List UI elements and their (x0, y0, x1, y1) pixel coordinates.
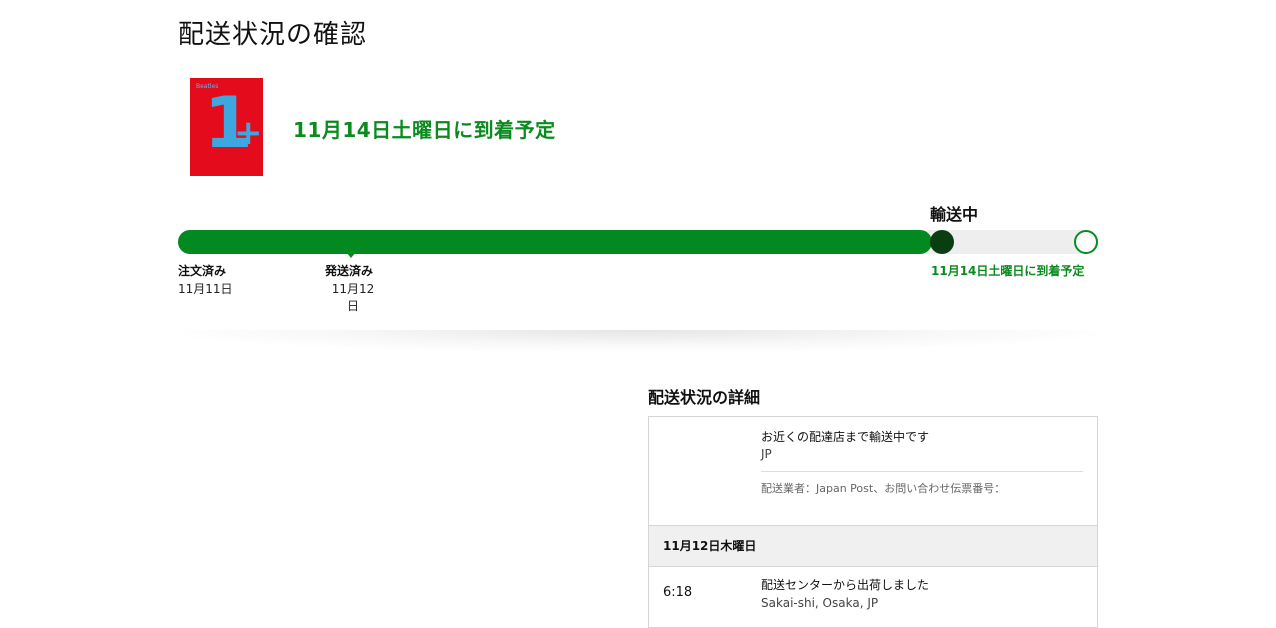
carrier-info: 配送業者：Japan Post、お問い合わせ伝票番号： (761, 482, 1006, 495)
arrival-headline: 11月14日土曜日に到着予定 (293, 118, 556, 142)
product-image[interactable]: Beatles 1 + (190, 78, 263, 176)
latest-event-location: JP (761, 447, 772, 461)
milestone-shipped-label: 発送済み (325, 264, 374, 278)
milestone-ordered-date: 11月11日 (178, 282, 233, 296)
day-header: 11月12日木曜日 (649, 525, 1097, 567)
event-time: 6:18 (663, 585, 693, 600)
latest-event-description: お近くの配達店まで輸送中です (761, 430, 930, 444)
event-location: Sakai-shi, Osaka, JP (761, 596, 879, 610)
progress-marker-end (1074, 230, 1098, 254)
event-divider (761, 471, 1083, 472)
tracking-details-box: お近くの配達店まで輸送中です JP 配送業者：Japan Post、お問い合わせ… (648, 416, 1098, 628)
page-title: 配送状況の確認 (178, 20, 368, 50)
event-description: 配送センターから出荷しました (761, 578, 930, 592)
milestone-shipped-date: 11月12 日 (331, 282, 375, 313)
progress-fill (178, 230, 932, 254)
album-plus: + (234, 113, 263, 153)
current-status-label: 輸送中 (930, 205, 979, 224)
progress-notch (346, 252, 356, 258)
section-divider-shadow (178, 330, 1098, 352)
progress-track (178, 230, 1098, 254)
details-heading: 配送状況の詳細 (648, 388, 761, 407)
milestone-ordered-label: 注文済み (178, 264, 227, 278)
day-header-date: 11月12日木曜日 (663, 539, 757, 553)
progress-marker-current (930, 230, 954, 254)
milestone-arrival-label: 11月14日土曜日に到着予定 (931, 264, 1085, 278)
